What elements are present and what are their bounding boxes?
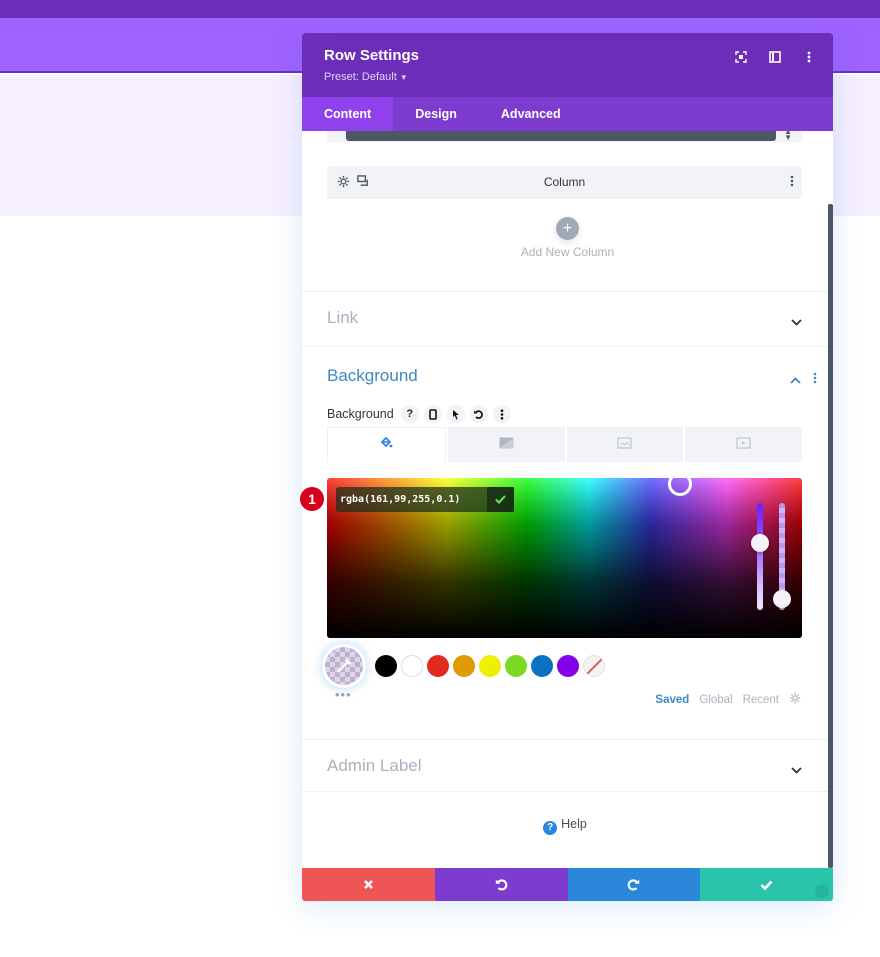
chevron-down-icon xyxy=(791,313,802,331)
settings-scroll-area: ▲ ▼ Column + Add New Column Link Backgro… xyxy=(302,131,833,868)
gradient-icon xyxy=(499,436,514,454)
apply-color-button[interactable] xyxy=(487,487,514,512)
color-value-text[interactable]: rgba(161,99,255,0.1) xyxy=(336,487,487,512)
builder-top-bar xyxy=(0,0,880,18)
settings-tabs: Content Design Advanced xyxy=(302,97,833,131)
column-label: Column xyxy=(543,175,586,189)
column-item[interactable]: Column xyxy=(327,166,802,199)
column-structure-select[interactable]: ▲ ▼ xyxy=(327,131,802,142)
link-section-title: Link xyxy=(327,308,359,327)
palette-tab-global[interactable]: Global xyxy=(699,694,732,706)
toggle-admin-label[interactable]: Admin Label xyxy=(327,756,802,780)
modal-title: Row Settings xyxy=(324,47,420,64)
image-icon xyxy=(617,436,632,454)
help-link[interactable]: ? Help xyxy=(302,817,828,835)
split-view-icon[interactable] xyxy=(767,49,783,65)
admin-label-section-title: Admin Label xyxy=(327,756,422,775)
divider xyxy=(302,739,828,740)
bg-type-image[interactable] xyxy=(566,427,684,462)
preset-dropdown[interactable]: Preset: Default ▼ xyxy=(324,71,408,83)
palette-tabs: Saved Global Recent xyxy=(655,692,801,707)
preset-label: Preset: Default xyxy=(324,71,397,83)
color-value-input[interactable]: rgba(161,99,255,0.1) xyxy=(336,487,514,512)
swatch-green[interactable] xyxy=(505,655,527,677)
toggle-link[interactable]: Link xyxy=(327,308,802,332)
hue-slider[interactable] xyxy=(757,503,763,610)
palette-settings-gear-icon[interactable] xyxy=(789,692,801,707)
bg-type-color[interactable] xyxy=(327,427,446,462)
select-body xyxy=(346,131,776,141)
caret-down-icon: ▼ xyxy=(399,73,408,82)
background-type-tabs xyxy=(327,427,802,462)
divider xyxy=(302,791,828,792)
swatch-blue[interactable] xyxy=(531,655,553,677)
background-field-label: Background xyxy=(327,407,394,421)
bg-type-gradient[interactable] xyxy=(447,427,565,462)
swatch-black[interactable] xyxy=(375,655,397,677)
help-question-icon[interactable]: ? xyxy=(400,405,419,423)
redo-button[interactable] xyxy=(567,868,701,901)
color-picker-area[interactable]: rgba(161,99,255,0.1) xyxy=(327,478,802,638)
row-settings-modal: Row Settings Preset: Default ▼ Content De… xyxy=(302,33,833,901)
swatch-yellow[interactable] xyxy=(479,655,501,677)
hue-slider-knob[interactable] xyxy=(751,533,769,552)
close-icon xyxy=(363,880,373,889)
chevron-down-icon xyxy=(791,761,802,779)
resize-handle[interactable] xyxy=(815,884,829,898)
help-label: Help xyxy=(561,817,587,831)
checkmark-icon xyxy=(760,880,773,890)
modal-header: Row Settings Preset: Default ▼ xyxy=(302,33,833,97)
palette-tab-saved[interactable]: Saved xyxy=(655,694,689,706)
section-menu-icon[interactable] xyxy=(813,371,817,389)
video-icon xyxy=(736,436,751,454)
background-section-title[interactable]: Background xyxy=(327,366,418,386)
add-column-label[interactable]: Add New Column xyxy=(302,245,833,259)
cancel-button[interactable] xyxy=(302,868,435,901)
responsive-phone-icon[interactable] xyxy=(423,405,442,423)
select-arrows-icon: ▲ ▼ xyxy=(784,131,792,142)
eyedropper-icon xyxy=(337,658,352,673)
current-color-swatch[interactable] xyxy=(325,647,363,685)
page: Row Settings Preset: Default ▼ Content De… xyxy=(0,0,880,957)
palette-tab-recent[interactable]: Recent xyxy=(743,694,779,706)
reset-icon[interactable] xyxy=(469,405,488,423)
bg-type-video[interactable] xyxy=(685,427,802,462)
divider xyxy=(302,291,828,292)
help-circle-icon: ? xyxy=(543,821,558,835)
save-button[interactable] xyxy=(700,868,833,901)
divider xyxy=(302,346,828,347)
field-menu-icon[interactable] xyxy=(492,405,511,423)
add-column-button[interactable]: + xyxy=(556,217,579,240)
chevron-up-icon[interactable] xyxy=(790,371,801,389)
undo-button[interactable] xyxy=(434,868,568,901)
color-swatches xyxy=(325,647,609,685)
more-options-icon[interactable] xyxy=(801,49,817,65)
add-new-column: + Add New Column xyxy=(302,217,833,259)
modal-footer xyxy=(302,868,833,901)
redo-icon xyxy=(628,879,640,891)
paint-bucket-icon xyxy=(380,436,393,454)
fullscreen-icon[interactable] xyxy=(733,49,749,65)
hover-cursor-icon[interactable] xyxy=(446,405,465,423)
no-color-swatch[interactable] xyxy=(583,655,605,677)
undo-icon xyxy=(495,879,507,891)
tab-design[interactable]: Design xyxy=(393,97,479,131)
swatch-white[interactable] xyxy=(401,655,423,677)
swatch-purple[interactable] xyxy=(557,655,579,677)
more-swatches-icon[interactable]: ••• xyxy=(335,687,352,702)
tab-content[interactable]: Content xyxy=(302,97,394,131)
swatch-orange[interactable] xyxy=(453,655,475,677)
column-menu-icon[interactable] xyxy=(790,174,794,192)
tab-advanced[interactable]: Advanced xyxy=(479,97,583,131)
checkmark-icon xyxy=(495,495,506,504)
annotation-badge: 1 xyxy=(300,487,324,511)
swatch-red[interactable] xyxy=(427,655,449,677)
scrollbar[interactable] xyxy=(828,204,833,868)
